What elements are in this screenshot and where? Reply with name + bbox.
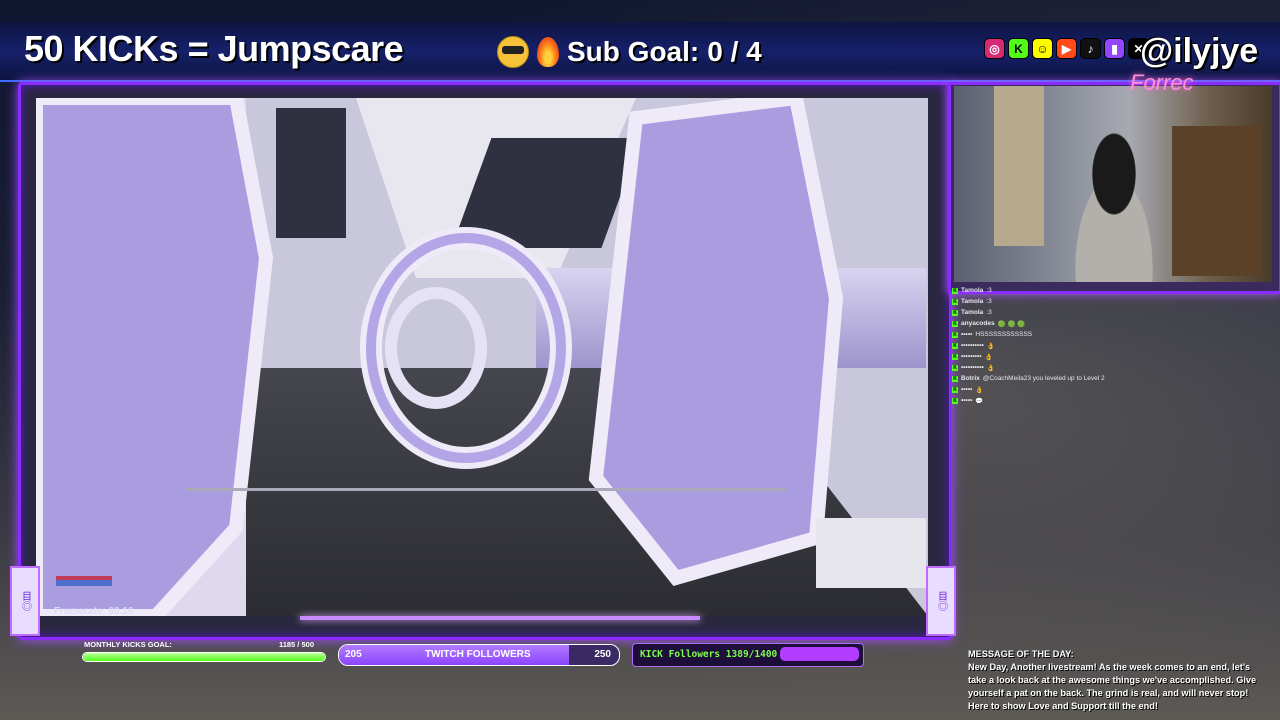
chat-message: K ••••• 💬 — [952, 395, 1252, 406]
chat-text: :3 — [986, 309, 992, 316]
message-of-the-day: MESSAGE OF THE DAY: New Day, Another liv… — [968, 648, 1268, 713]
sub-goal-label: Sub Goal: — [567, 36, 700, 67]
chat-username: Tamola — [961, 298, 984, 305]
chat-username: ••••• — [961, 397, 973, 404]
fire-icon — [537, 37, 559, 67]
webcam-streamer — [1054, 126, 1174, 282]
game-capture — [36, 98, 928, 616]
chat-message: K Tamola:3 — [952, 285, 1252, 296]
chat-message: K •••••••••• 👌 — [952, 362, 1252, 373]
kick-followers-bar: KICK Followers 1389/1400 — [632, 643, 864, 667]
kick-badge-icon: K — [952, 386, 958, 393]
kicks-goal-fill — [83, 653, 325, 661]
chat-message: K •••••••••• 👌 — [952, 340, 1252, 351]
frame-corner-left: 目◎ — [10, 566, 40, 636]
chat-message: K Botrix @CoachMeila23 you leveled up to L… — [952, 373, 1252, 384]
kick-badge-icon: K — [952, 331, 958, 338]
kick-icon: K — [1008, 38, 1029, 59]
cool-face-icon — [497, 36, 529, 68]
chat-username: Tamola — [961, 309, 984, 316]
kick-badge-icon: K — [952, 298, 958, 305]
chat-message: Kanyacodes 🟢 🟢 🟢 — [952, 318, 1252, 329]
chat-text: 👌 — [984, 353, 993, 361]
chat-text: 👌 — [975, 386, 984, 394]
webcam-shelf — [1172, 126, 1262, 276]
chat-username: ••••• — [961, 331, 973, 338]
webcam-neon-label: Forrec — [1130, 70, 1194, 95]
chat-username: anyacodes — [961, 320, 995, 327]
snapchat-icon: ☺ — [1032, 38, 1053, 59]
kick-badge-icon: K — [952, 375, 958, 382]
chat-text: HSSSSSSSSSSSS — [975, 331, 1033, 338]
chat-username: Tamola — [961, 287, 984, 294]
monthly-kicks-goal: MONTHLY KICKS GOAL: 1185 / 500 — [82, 640, 326, 664]
chat-text: :3 — [986, 287, 992, 294]
framerate-readout: Framerate: 60.16 — [54, 606, 134, 617]
motd-heading: MESSAGE OF THE DAY: — [968, 649, 1074, 659]
jumpscare-goal-title: 50 KICKs = Jumpscare — [24, 28, 404, 69]
social-icons: ◎ K ☺ ▶ ♪ ▮ ✕ — [984, 38, 1149, 59]
chat-username: •••••••••• — [961, 364, 984, 371]
kick-badge-icon: K — [952, 320, 958, 327]
instagram-icon: ◎ — [984, 38, 1005, 59]
framerate-label: Framerate: — [54, 606, 106, 617]
chat-text: :3 — [986, 298, 992, 305]
chat-message: K ••••• 👌 — [952, 384, 1252, 395]
framerate-value: 60.16 — [108, 606, 134, 617]
chat-username: •••••••••• — [961, 342, 984, 349]
frame-corner-right: 目◎ — [926, 566, 956, 636]
motd-body: New Day, Another livestream! As the week… — [968, 662, 1257, 711]
sub-goal: Sub Goal: 0 / 4 — [497, 36, 762, 68]
sub-goal-value: 0 / 4 — [707, 36, 762, 67]
twitch-followers-bar: 205 TWITCH FOLLOWERS 250 — [338, 644, 620, 666]
kick-followers-label: KICK Followers 1389/1400 — [640, 649, 778, 660]
chat-text: 👌 — [986, 342, 995, 350]
chat-text: 👌 — [986, 364, 995, 372]
chat-panel: K Tamola:3 K Tamola:3 K Tamola:3 Kanyacodes 🟢 🟢… — [952, 285, 1252, 406]
youtube-icon: ▶ — [1056, 38, 1077, 59]
chat-text: @CoachMeila23 you leveled up to Level 2 — [982, 375, 1105, 382]
webcam-door — [994, 86, 1044, 246]
twitch-followers-label: TWITCH FOLLOWERS — [425, 649, 531, 660]
streamer-handle: @ilyjye — [1140, 32, 1259, 70]
frame-glow-bar — [300, 616, 700, 620]
kick-badge-icon: K — [952, 287, 958, 294]
kicks-goal-track — [82, 652, 326, 662]
chat-username: ••••• — [961, 386, 973, 393]
webcam-feed — [954, 86, 1272, 282]
twitch-icon: ▮ — [1104, 38, 1125, 59]
kick-badge-icon: K — [952, 309, 958, 316]
chat-text: 💬 — [975, 397, 984, 405]
kicks-goal-value: 1185 / 500 — [278, 640, 314, 649]
chat-message: K Tamola:3 — [952, 307, 1252, 318]
corridor-scene — [36, 98, 928, 616]
kick-badge-icon: K — [952, 353, 958, 360]
chat-text: 🟢 🟢 🟢 — [997, 320, 1026, 328]
kicks-goal-label: MONTHLY KICKS GOAL: — [84, 640, 172, 649]
health-bar — [56, 576, 112, 586]
tiktok-icon: ♪ — [1080, 38, 1101, 59]
chat-message: K ••••• HSSSSSSSSSSSS — [952, 329, 1252, 340]
kick-badge-icon: K — [952, 342, 958, 349]
kick-badge-icon: K — [952, 397, 958, 404]
kick-badge-icon: K — [952, 364, 958, 371]
chat-message: K Tamola:3 — [952, 296, 1252, 307]
chat-username: ••••••••• — [961, 353, 982, 360]
twitch-followers-start: 205 — [345, 649, 362, 660]
twitch-followers-end: 250 — [594, 649, 611, 660]
chat-message: K ••••••••• 👌 — [952, 351, 1252, 362]
kick-followers-fill — [779, 647, 859, 661]
chat-username: Botrix — [961, 375, 980, 382]
